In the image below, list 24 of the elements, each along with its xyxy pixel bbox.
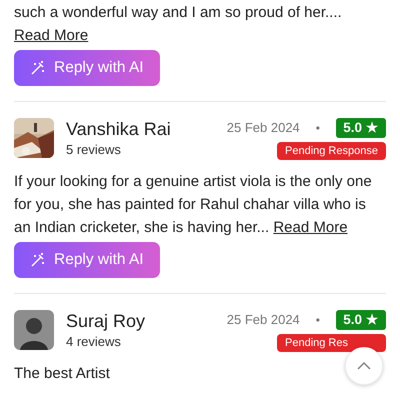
status-badge: Pending Res [277,334,386,352]
rating-badge: 5.0 ★ [336,310,386,330]
reviewer-name: Vanshika Rai [66,118,172,140]
avatar-icon [14,310,54,350]
review-count: 4 reviews [66,333,122,351]
read-more-link[interactable]: Read More [14,27,88,44]
reply-button[interactable]: Reply with AI [14,242,160,278]
read-more-link[interactable]: Read More [273,219,348,236]
scroll-top-button[interactable] [345,347,383,385]
separator-dot: • [316,120,320,137]
chevron-up-icon [357,362,371,370]
reply-button[interactable]: Reply with AI [14,50,160,86]
status-badge: Pending Response [277,142,386,160]
review-count: 5 reviews [66,141,122,159]
reviewer-name: Suraj Roy [66,310,146,332]
rating-badge: 5.0 ★ [336,118,386,138]
review-date: 25 Feb 2024 [226,311,300,330]
review-text: The best Artist [14,364,110,384]
review-text: If your looking for a genuine artist viola is the only one for you, she has painted for Rahul chahar villa who is an Indian cricketer, she is having her... Read More [14,172,373,238]
review-text: such a wonderful way and I am so proud of her.... Read More [14,3,343,46]
separator-dot: • [316,312,320,329]
magic-wand-icon [30,60,46,76]
review-date: 25 Feb 2024 [226,119,300,138]
magic-wand-icon [30,252,46,268]
